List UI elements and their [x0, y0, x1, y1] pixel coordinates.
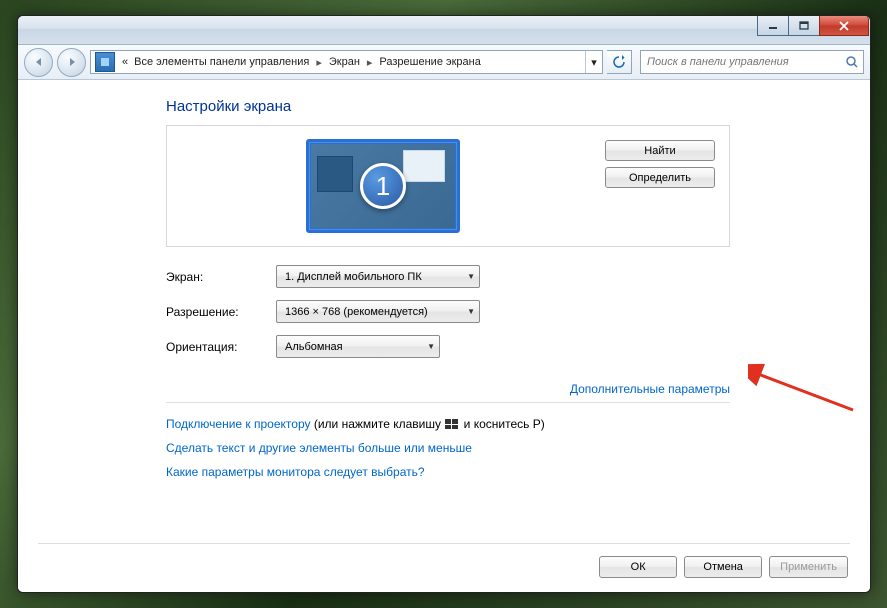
crumb-arrow-icon: ▸	[363, 56, 377, 69]
crumb-all[interactable]: Все элементы панели управления	[131, 56, 312, 68]
resolution-dropdown[interactable]: 1366 × 768 (рекомендуется) ▼	[276, 300, 480, 323]
address-dropdown[interactable]: ▾	[585, 51, 602, 73]
forward-button[interactable]	[57, 48, 86, 77]
orientation-label: Ориентация:	[166, 340, 276, 354]
apply-button[interactable]: Применить	[769, 556, 848, 578]
resolution-value: 1366 × 768 (рекомендуется)	[285, 306, 428, 318]
page-heading: Настройки экрана	[166, 98, 730, 115]
resolution-label: Разрешение:	[166, 305, 276, 319]
screen-value: 1. Дисплей мобильного ПК	[285, 271, 422, 283]
search-box[interactable]	[640, 50, 864, 74]
projector-hint-2: и коснитесь P)	[460, 417, 544, 431]
back-button[interactable]	[24, 48, 53, 77]
detect-button[interactable]: Определить	[605, 167, 715, 188]
content-area: Настройки экрана 1 Найти Определить	[18, 80, 870, 592]
monitor-1[interactable]: 1	[306, 139, 460, 233]
chevron-down-icon: ▼	[421, 342, 435, 351]
crumb-arrow-icon: ▸	[312, 56, 326, 69]
crumb-display[interactable]: Экран	[326, 56, 363, 68]
display-preview: 1 Найти Определить	[166, 125, 730, 247]
projector-hint-1: (или нажмите клавишу	[311, 417, 445, 431]
screen-dropdown[interactable]: 1. Дисплей мобильного ПК ▼	[276, 265, 480, 288]
address-bar[interactable]: « Все элементы панели управления ▸ Экран…	[90, 50, 603, 74]
chevron-down-icon: ▼	[461, 272, 475, 281]
text-size-link[interactable]: Сделать текст и другие элементы больше и…	[166, 441, 472, 455]
chevron-down-icon: ▼	[461, 307, 475, 316]
titlebar[interactable]	[18, 16, 870, 45]
orientation-dropdown[interactable]: Альбомная ▼	[276, 335, 440, 358]
search-input[interactable]	[641, 56, 841, 68]
refresh-button[interactable]	[607, 50, 632, 74]
monitor-number: 1	[360, 163, 406, 209]
maximize-button[interactable]	[788, 16, 820, 36]
window-frame: « Все элементы панели управления ▸ Экран…	[17, 15, 871, 593]
cancel-button[interactable]: Отмена	[684, 556, 762, 578]
orientation-value: Альбомная	[285, 341, 343, 353]
find-button[interactable]: Найти	[605, 140, 715, 161]
close-button[interactable]	[819, 16, 869, 36]
separator	[166, 402, 730, 403]
projector-link[interactable]: Подключение к проектору	[166, 417, 311, 431]
which-monitor-link[interactable]: Какие параметры монитора следует выбрать…	[166, 465, 425, 479]
search-icon[interactable]	[841, 55, 863, 69]
windows-key-icon	[445, 419, 459, 430]
navbar: « Все элементы панели управления ▸ Экран…	[18, 45, 870, 80]
control-panel-icon	[95, 52, 115, 72]
ok-button[interactable]: ОК	[599, 556, 677, 578]
crumb-prefix: «	[119, 56, 131, 68]
advanced-settings-link[interactable]: Дополнительные параметры	[570, 382, 730, 396]
minimize-button[interactable]	[757, 16, 789, 36]
bottom-separator	[38, 543, 850, 544]
screen-label: Экран:	[166, 270, 276, 284]
crumb-resolution[interactable]: Разрешение экрана	[376, 56, 483, 68]
